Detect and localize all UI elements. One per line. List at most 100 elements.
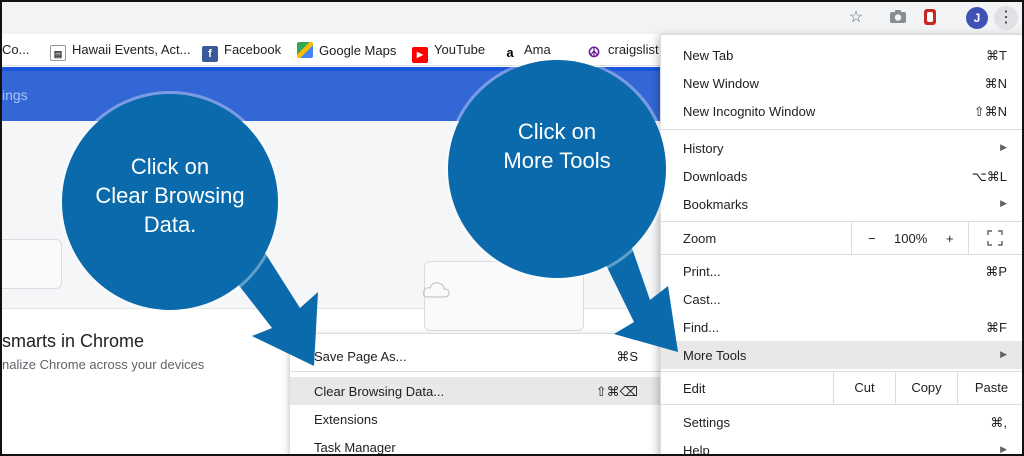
bookmark-item[interactable]: Google Maps bbox=[297, 42, 396, 60]
callout-line: More Tools bbox=[503, 148, 611, 173]
help-item[interactable]: Help ▶ bbox=[661, 436, 1022, 456]
item-label: New Window bbox=[683, 76, 759, 91]
camera-icon[interactable] bbox=[888, 8, 908, 28]
zoom-row: Zoom − 100% + bbox=[661, 222, 1022, 254]
item-shortcut: ⌘T bbox=[986, 48, 1007, 63]
callout-line: Clear Browsing bbox=[95, 183, 245, 208]
item-shortcut: ⌘S bbox=[616, 349, 638, 364]
item-label: Save Page As... bbox=[314, 349, 407, 364]
amazon-icon: a bbox=[502, 45, 518, 61]
item-label: More Tools bbox=[683, 348, 747, 363]
page-heading: smarts in Chrome bbox=[2, 331, 145, 351]
item-label: Task Manager bbox=[314, 440, 396, 455]
bookmark-label: craigslist bbox=[608, 42, 659, 57]
save-page-as-item[interactable]: Save Page As... ⌘S bbox=[290, 342, 660, 370]
more-tools-submenu: Save Page As... ⌘S Clear Browsing Data..… bbox=[289, 333, 661, 455]
item-label: Print... bbox=[683, 264, 721, 279]
history-item[interactable]: History ▶ bbox=[661, 134, 1022, 162]
settings-item[interactable]: Settings ⌘, bbox=[661, 408, 1022, 436]
new-incognito-window-item[interactable]: New Incognito Window ⇧⌘N bbox=[661, 97, 1022, 125]
facebook-icon: f bbox=[202, 46, 218, 62]
browser-toolbar: ☆ J ⋮ bbox=[2, 2, 1022, 34]
item-label: New Tab bbox=[683, 48, 734, 63]
zoom-in-button[interactable]: + bbox=[946, 231, 954, 246]
chrome-main-menu: New Tab ⌘T New Window ⌘N New Incognito W… bbox=[660, 34, 1022, 456]
callout-line: Click on bbox=[517, 119, 597, 144]
item-label: Help bbox=[683, 443, 710, 456]
callout-more-tools: Click on More Tools bbox=[448, 60, 666, 278]
avatar[interactable]: J bbox=[966, 7, 988, 29]
bookmark-item[interactable]: Co... bbox=[2, 42, 29, 60]
item-shortcut: ⌘P bbox=[985, 264, 1007, 279]
find-item[interactable]: Find... ⌘F bbox=[661, 313, 1022, 341]
bookmark-label: YouTube bbox=[434, 42, 486, 57]
more-tools-item[interactable]: More Tools ▶ bbox=[661, 341, 1022, 369]
downloads-item[interactable]: Downloads ⌥⌘L bbox=[661, 162, 1022, 190]
item-shortcut: ⌘N bbox=[984, 76, 1007, 91]
bookmark-label: Hawaii Events, Act... bbox=[72, 42, 191, 57]
zoom-level: 100% bbox=[894, 231, 928, 246]
bookmark-item[interactable]: ☮ craigslist bbox=[586, 42, 659, 60]
document-icon: ▤ bbox=[50, 45, 66, 61]
print-item[interactable]: Print... ⌘P bbox=[661, 257, 1022, 285]
edit-label: Edit bbox=[683, 381, 706, 396]
cast-item[interactable]: Cast... bbox=[661, 285, 1022, 313]
cloud-icon bbox=[422, 282, 450, 298]
cut-button[interactable]: Cut bbox=[833, 372, 895, 404]
item-label: Clear Browsing Data... bbox=[314, 384, 445, 399]
peace-icon: ☮ bbox=[586, 44, 602, 60]
bookmark-item[interactable]: a Ama bbox=[502, 42, 551, 61]
callout-text: Click on More Tools bbox=[448, 117, 666, 175]
menu-separator bbox=[661, 404, 1022, 405]
menu-separator bbox=[290, 371, 660, 372]
more-menu-icon[interactable]: ⋮ bbox=[994, 6, 1018, 30]
bookmark-item[interactable]: ▤ Hawaii Events, Act... bbox=[50, 42, 191, 61]
bookmarks-item[interactable]: Bookmarks ▶ bbox=[661, 190, 1022, 218]
zoom-controls: − 100% + bbox=[851, 222, 969, 254]
bookmark-label: Ama bbox=[524, 42, 551, 57]
menu-separator bbox=[661, 129, 1022, 130]
item-label: New Incognito Window bbox=[683, 104, 816, 119]
menu-separator bbox=[661, 254, 1022, 255]
maps-icon bbox=[297, 42, 313, 58]
item-label: Extensions bbox=[314, 412, 378, 427]
fullscreen-icon[interactable] bbox=[987, 230, 1003, 246]
item-shortcut: ⌘F bbox=[986, 320, 1007, 335]
submenu-arrow-icon: ▶ bbox=[1000, 349, 1007, 359]
callout-clear-data: Click on Clear Browsing Data. bbox=[62, 94, 278, 310]
item-label: History bbox=[683, 141, 724, 156]
zoom-out-button[interactable]: − bbox=[868, 231, 876, 246]
submenu-arrow-icon: ▶ bbox=[1000, 444, 1007, 454]
clear-browsing-data-item[interactable]: Clear Browsing Data... ⇧⌘⌫ bbox=[290, 377, 660, 405]
paste-button[interactable]: Paste bbox=[957, 372, 1022, 404]
submenu-arrow-icon: ▶ bbox=[1000, 142, 1007, 152]
bookmark-label: Co... bbox=[2, 42, 30, 57]
submenu-arrow-icon: ▶ bbox=[1000, 198, 1007, 208]
item-label: Cast... bbox=[683, 292, 721, 307]
copy-button[interactable]: Copy bbox=[895, 372, 957, 404]
extensions-item[interactable]: Extensions bbox=[290, 405, 660, 433]
item-shortcut: ⌥⌘L bbox=[971, 169, 1007, 184]
bookmark-label: Facebook bbox=[224, 42, 282, 57]
edit-row: Edit Cut Copy Paste bbox=[661, 372, 1022, 404]
page-subtext: nalize Chrome across your devices bbox=[2, 357, 205, 372]
screenshot-frame: ☆ J ⋮ Co... ▤ Hawaii Events, Act... f Face… bbox=[0, 0, 1024, 456]
item-label: Settings bbox=[683, 415, 730, 430]
item-shortcut: ⇧⌘N bbox=[973, 104, 1007, 119]
item-label: Downloads bbox=[683, 169, 748, 184]
zoom-label: Zoom bbox=[683, 231, 717, 246]
new-window-item[interactable]: New Window ⌘N bbox=[661, 69, 1022, 97]
illustration-device bbox=[2, 239, 62, 289]
settings-title: ings bbox=[2, 87, 28, 103]
new-tab-item[interactable]: New Tab ⌘T bbox=[661, 41, 1022, 69]
extension-icon[interactable] bbox=[920, 8, 940, 28]
item-shortcut: ⇧⌘⌫ bbox=[595, 384, 638, 399]
item-shortcut: ⌘, bbox=[990, 415, 1007, 430]
task-manager-item[interactable]: Task Manager bbox=[290, 433, 660, 455]
bookmark-label: Google Maps bbox=[319, 43, 397, 58]
bookmark-item[interactable]: f Facebook bbox=[202, 42, 282, 62]
item-label: Find... bbox=[683, 320, 720, 335]
item-label: Bookmarks bbox=[683, 197, 749, 212]
bookmark-star-icon[interactable]: ☆ bbox=[846, 8, 866, 28]
bookmark-item[interactable]: ▶ YouTube bbox=[412, 42, 486, 63]
